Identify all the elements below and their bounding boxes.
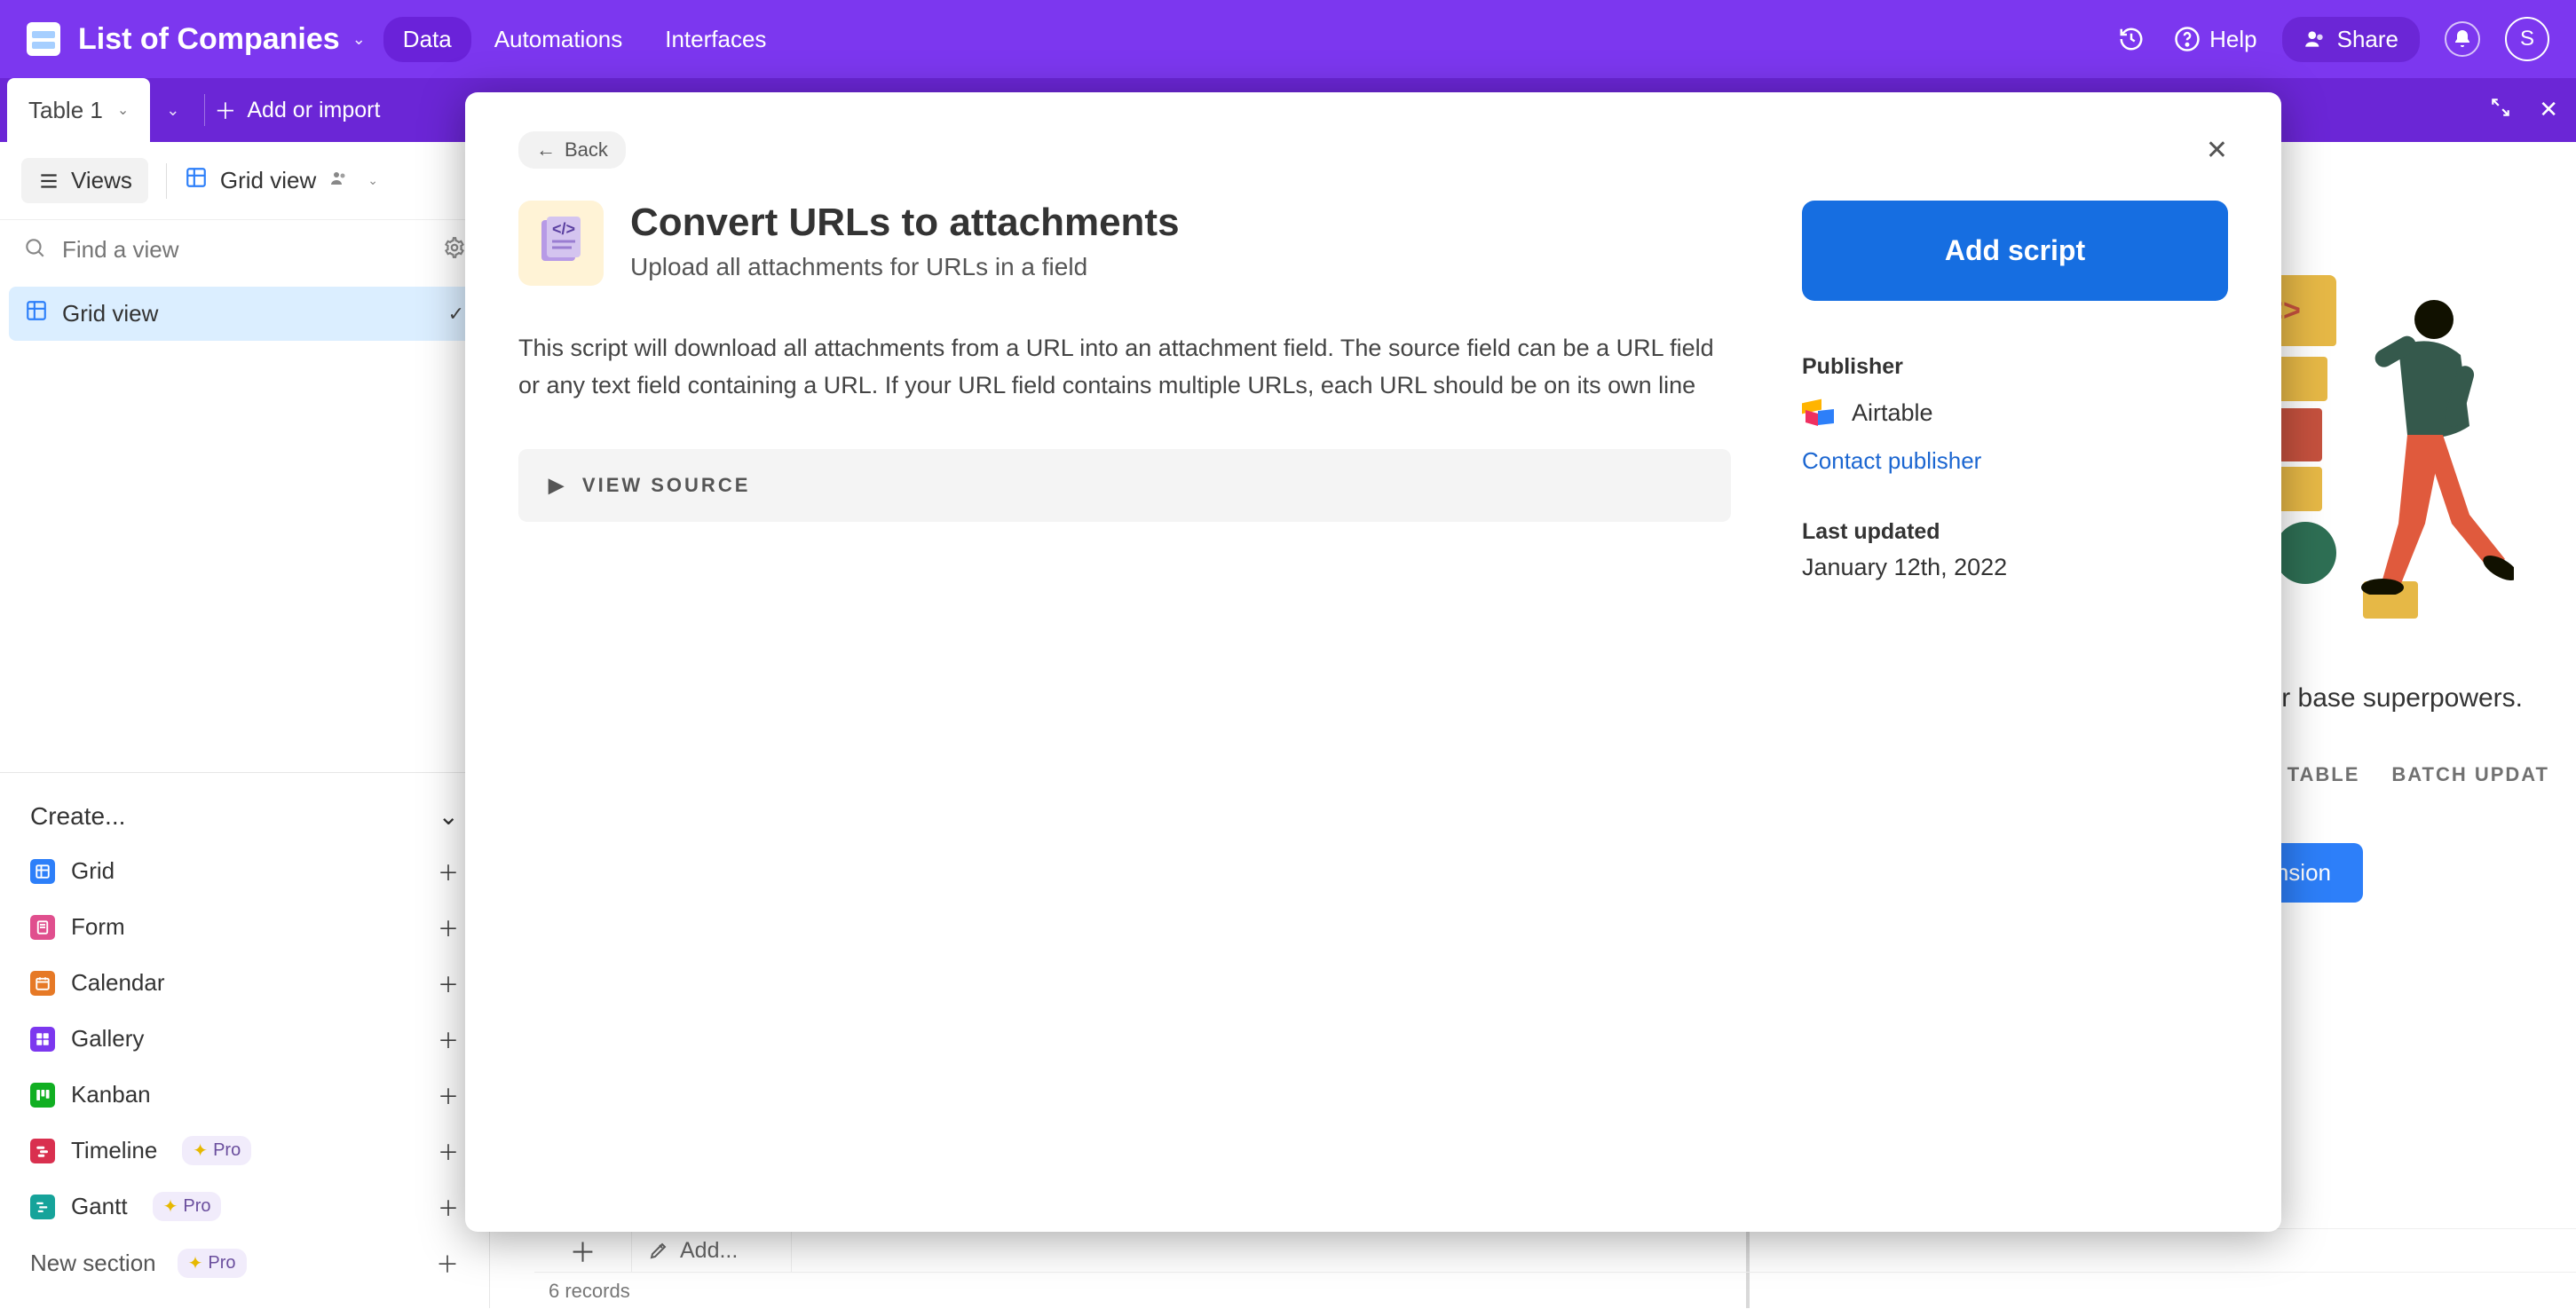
script-icon: </> xyxy=(518,201,604,286)
script-title: Convert URLs to attachments xyxy=(630,201,1180,246)
view-source-toggle[interactable]: ▶ VIEW SOURCE xyxy=(518,449,1731,522)
contact-publisher-link[interactable]: Contact publisher xyxy=(1802,447,2228,475)
triangle-right-icon: ▶ xyxy=(549,474,566,497)
modal-main: </> Convert URLs to attachments Upload a… xyxy=(518,201,1731,581)
modal-sidebar: Add script Publisher Airtable Contact pu… xyxy=(1802,201,2228,581)
back-button[interactable]: ← Back xyxy=(518,131,626,169)
close-icon: ✕ xyxy=(2206,136,2228,165)
arrow-left-icon: ← xyxy=(536,138,556,162)
add-script-button[interactable]: Add script xyxy=(1802,201,2228,301)
last-updated-heading: Last updated xyxy=(1802,519,2228,545)
svg-text:</>: </> xyxy=(552,220,575,238)
airtable-logo-icon xyxy=(1802,396,1836,430)
back-label: Back xyxy=(565,138,608,162)
publisher-name: Airtable xyxy=(1852,399,1933,427)
script-detail-modal: ← Back ✕ </> Convert URLs to at xyxy=(465,92,2281,1232)
publisher-row: Airtable xyxy=(1802,396,2228,430)
publisher-heading: Publisher xyxy=(1802,354,2228,380)
add-script-label: Add script xyxy=(1945,234,2085,266)
script-subtitle: Upload all attachments for URLs in a fie… xyxy=(630,253,1180,281)
last-updated-date: January 12th, 2022 xyxy=(1802,554,2228,581)
view-source-label: VIEW SOURCE xyxy=(582,474,750,497)
script-description: This script will download all attachment… xyxy=(518,330,1726,405)
close-button[interactable]: ✕ xyxy=(2206,135,2228,166)
